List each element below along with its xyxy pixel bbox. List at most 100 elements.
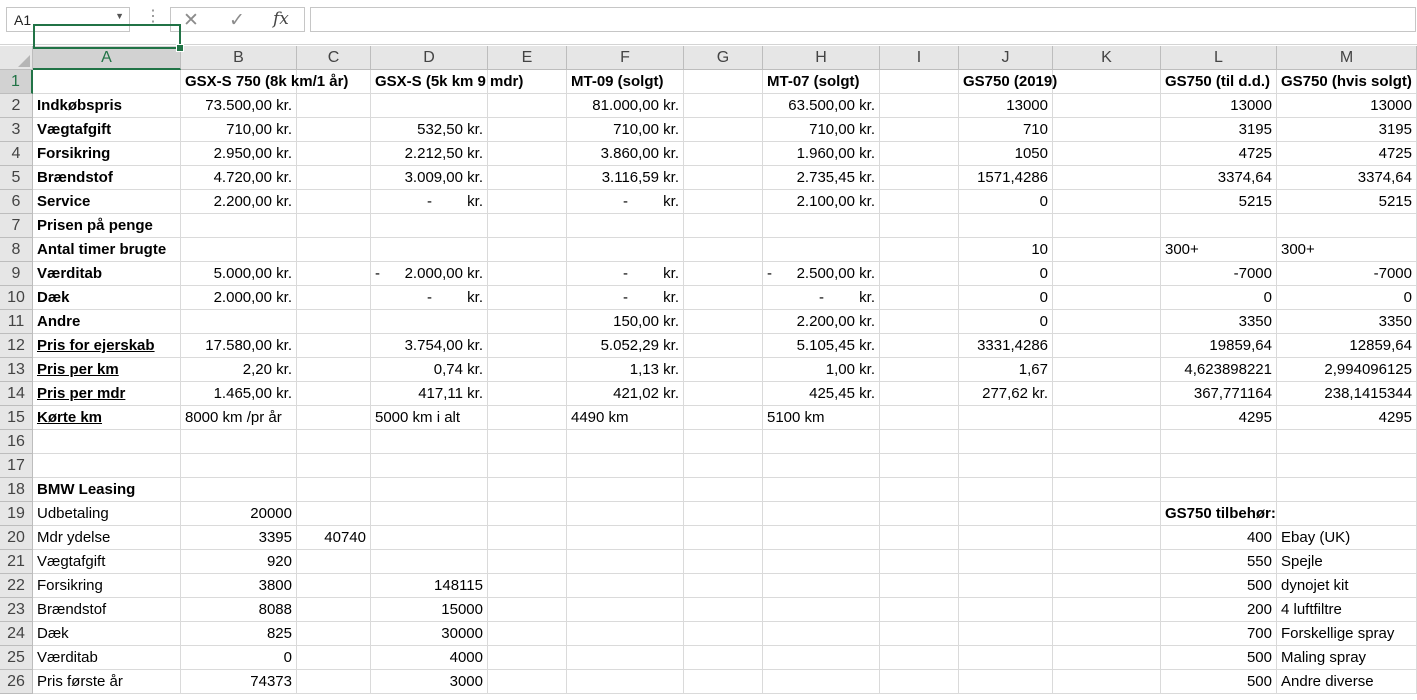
cell-h4[interactable]: 1.960,00 kr. [763, 142, 880, 166]
column-header-a[interactable]: A [33, 46, 181, 70]
cell-f16[interactable] [567, 430, 684, 454]
cell-j19[interactable] [959, 502, 1053, 526]
cell-d16[interactable] [371, 430, 488, 454]
cell-d25[interactable]: 4000 [371, 646, 488, 670]
column-header-h[interactable]: H [763, 46, 880, 70]
cell-e26[interactable] [488, 670, 567, 694]
cell-f19[interactable] [567, 502, 684, 526]
cell-g19[interactable] [684, 502, 763, 526]
cell-k25[interactable] [1053, 646, 1161, 670]
cell-a5[interactable]: Brændstof [33, 166, 181, 190]
cell-b13[interactable]: 2,20 kr. [181, 358, 297, 382]
cell-g24[interactable] [684, 622, 763, 646]
cell-h20[interactable] [763, 526, 880, 550]
cell-g9[interactable] [684, 262, 763, 286]
cell-f18[interactable] [567, 478, 684, 502]
cell-h22[interactable] [763, 574, 880, 598]
cell-h9[interactable]: - 2.500,00 kr. [763, 262, 880, 286]
row-header-2[interactable]: 2 [0, 94, 33, 118]
cell-k20[interactable] [1053, 526, 1161, 550]
row-header-9[interactable]: 9 [0, 262, 33, 286]
cell-e12[interactable] [488, 334, 567, 358]
row-header-21[interactable]: 21 [0, 550, 33, 574]
cell-f14[interactable]: 421,02 kr. [567, 382, 684, 406]
cell-f23[interactable] [567, 598, 684, 622]
cell-a14[interactable]: Pris per mdr [33, 382, 181, 406]
cell-d6[interactable]: - kr. [371, 190, 488, 214]
cell-c22[interactable] [297, 574, 371, 598]
cell-m26[interactable]: Andre diverse [1277, 670, 1417, 694]
cell-e6[interactable] [488, 190, 567, 214]
cell-i21[interactable] [880, 550, 959, 574]
cell-c3[interactable] [297, 118, 371, 142]
cell-b3[interactable]: 710,00 kr. [181, 118, 297, 142]
cell-a13[interactable]: Pris per km [33, 358, 181, 382]
cell-j8[interactable]: 10 [959, 238, 1053, 262]
cell-i17[interactable] [880, 454, 959, 478]
cell-g21[interactable] [684, 550, 763, 574]
cell-i12[interactable] [880, 334, 959, 358]
cell-b23[interactable]: 8088 [181, 598, 297, 622]
cell-m19[interactable] [1277, 502, 1417, 526]
cell-h1[interactable]: MT-07 (solgt) [763, 70, 880, 94]
select-all-button[interactable] [0, 46, 33, 70]
row-header-10[interactable]: 10 [0, 286, 33, 310]
cell-c21[interactable] [297, 550, 371, 574]
cell-h3[interactable]: 710,00 kr. [763, 118, 880, 142]
cell-b20[interactable]: 3395 [181, 526, 297, 550]
cell-e21[interactable] [488, 550, 567, 574]
cell-m21[interactable]: Spejle [1277, 550, 1417, 574]
cell-b11[interactable] [181, 310, 297, 334]
cell-f24[interactable] [567, 622, 684, 646]
cell-k12[interactable] [1053, 334, 1161, 358]
cell-d22[interactable]: 148115 [371, 574, 488, 598]
drag-handle-icon[interactable]: ⋮ [145, 9, 161, 25]
column-header-m[interactable]: M [1277, 46, 1417, 70]
cell-g25[interactable] [684, 646, 763, 670]
cell-l9[interactable]: -7000 [1161, 262, 1277, 286]
cell-i24[interactable] [880, 622, 959, 646]
cell-h7[interactable] [763, 214, 880, 238]
cell-e23[interactable] [488, 598, 567, 622]
cell-j18[interactable] [959, 478, 1053, 502]
cell-b4[interactable]: 2.950,00 kr. [181, 142, 297, 166]
cell-e16[interactable] [488, 430, 567, 454]
cell-l3[interactable]: 3195 [1161, 118, 1277, 142]
cell-l4[interactable]: 4725 [1161, 142, 1277, 166]
cell-e19[interactable] [488, 502, 567, 526]
cell-f2[interactable]: 81.000,00 kr. [567, 94, 684, 118]
cell-e9[interactable] [488, 262, 567, 286]
cell-f8[interactable] [567, 238, 684, 262]
cell-d2[interactable] [371, 94, 488, 118]
cell-a17[interactable] [33, 454, 181, 478]
cell-c19[interactable] [297, 502, 371, 526]
cell-d13[interactable]: 0,74 kr. [371, 358, 488, 382]
cell-g7[interactable] [684, 214, 763, 238]
cell-d14[interactable]: 417,11 kr. [371, 382, 488, 406]
cell-k24[interactable] [1053, 622, 1161, 646]
cell-g6[interactable] [684, 190, 763, 214]
cell-l24[interactable]: 700 [1161, 622, 1277, 646]
cell-g17[interactable] [684, 454, 763, 478]
cell-d26[interactable]: 3000 [371, 670, 488, 694]
cell-f12[interactable]: 5.052,29 kr. [567, 334, 684, 358]
cell-b17[interactable] [181, 454, 297, 478]
cell-k10[interactable] [1053, 286, 1161, 310]
cell-h6[interactable]: 2.100,00 kr. [763, 190, 880, 214]
cell-j11[interactable]: 0 [959, 310, 1053, 334]
column-header-f[interactable]: F [567, 46, 684, 70]
cell-c1[interactable] [297, 70, 371, 94]
cell-f22[interactable] [567, 574, 684, 598]
cell-f4[interactable]: 3.860,00 kr. [567, 142, 684, 166]
cell-d7[interactable] [371, 214, 488, 238]
cell-f11[interactable]: 150,00 kr. [567, 310, 684, 334]
cell-m13[interactable]: 2,994096125 [1277, 358, 1417, 382]
cell-g10[interactable] [684, 286, 763, 310]
row-header-25[interactable]: 25 [0, 646, 33, 670]
cell-f26[interactable] [567, 670, 684, 694]
cell-c23[interactable] [297, 598, 371, 622]
cell-h18[interactable] [763, 478, 880, 502]
cell-f5[interactable]: 3.116,59 kr. [567, 166, 684, 190]
row-header-15[interactable]: 15 [0, 406, 33, 430]
cell-c4[interactable] [297, 142, 371, 166]
